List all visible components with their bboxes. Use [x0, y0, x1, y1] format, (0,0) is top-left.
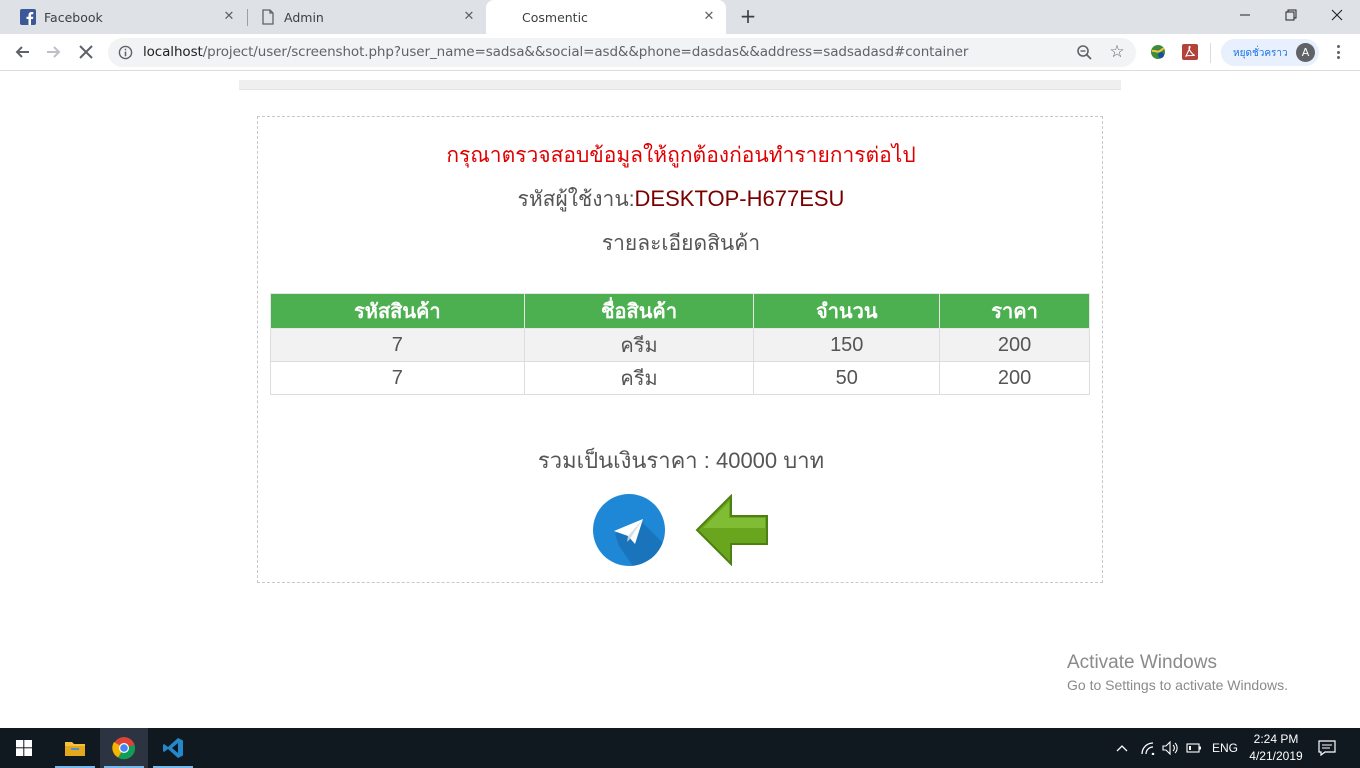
arrow-left-icon [15, 46, 29, 58]
watermark-title: Activate Windows [1067, 652, 1217, 673]
header-strip [239, 80, 1121, 90]
table-cell: 7 [270, 328, 525, 362]
stop-loading-button[interactable] [73, 39, 99, 65]
column-header: ราคา [939, 293, 1090, 329]
arrow-right-icon [47, 46, 61, 58]
column-header: รหัสสินค้า [270, 293, 525, 329]
table-row: 7 ครีม 50 200 [270, 361, 1090, 395]
taskbar: ENG 2:24 PM 4/21/2019 [0, 728, 1360, 768]
restore-icon [1285, 9, 1297, 21]
tab-title: Facebook [44, 9, 103, 25]
chevron-up-icon [1116, 745, 1128, 752]
show-hidden-icons-button[interactable] [1114, 728, 1130, 768]
close-icon [79, 45, 93, 59]
table-cell: 150 [753, 328, 941, 362]
watermark-subtitle: Go to Settings to activate Windows. [1067, 677, 1288, 693]
clock[interactable]: 2:24 PM 4/21/2019 [1236, 731, 1316, 765]
browser-toolbar: localhost/project/user/screenshot.php?us… [0, 34, 1360, 71]
extension-globe-icon[interactable] [1149, 43, 1167, 61]
send-button[interactable] [593, 494, 665, 566]
volume-tray[interactable] [1162, 728, 1180, 768]
tab-facebook[interactable]: Facebook ✕ [0, 0, 246, 34]
forward-nav-button[interactable] [41, 39, 67, 65]
vscode-icon [163, 738, 183, 758]
chrome-icon [112, 737, 136, 760]
table-header-row: รหัสสินค้า ชื่อสินค้า จำนวน ราคา [270, 293, 1090, 329]
new-tab-button[interactable]: + [737, 6, 759, 28]
start-button[interactable] [0, 728, 48, 768]
tab-admin[interactable]: Admin ✕ [248, 0, 486, 34]
battery-tray[interactable] [1186, 728, 1204, 768]
tab-cosmentic[interactable]: Cosmentic ✕ [486, 0, 726, 34]
document-icon [260, 9, 276, 25]
column-header: จำนวน [753, 293, 941, 329]
close-window-button[interactable] [1314, 0, 1360, 30]
taskbar-file-explorer[interactable] [51, 728, 99, 768]
close-tab-icon[interactable]: ✕ [702, 10, 716, 24]
minimize-icon [1240, 14, 1250, 16]
notifications-button[interactable] [1318, 728, 1338, 768]
table-cell: 50 [753, 361, 941, 395]
close-icon [1331, 9, 1343, 21]
total-price: รวมเป็นเงินราคา : 40000 บาท [537, 448, 825, 473]
table-cell: 200 [939, 328, 1090, 362]
taskbar-vscode[interactable] [149, 728, 197, 768]
windows-logo-icon [16, 740, 32, 756]
column-header: ชื่อสินค้า [523, 293, 755, 329]
table-cell: 200 [939, 361, 1090, 395]
facebook-icon [20, 9, 36, 25]
pdf-extension-icon[interactable] [1181, 43, 1199, 61]
user-id: DESKTOP-H677ESU [634, 186, 845, 211]
address-bar[interactable]: localhost/project/user/screenshot.php?us… [108, 38, 1136, 67]
clock-date: 4/21/2019 [1249, 749, 1303, 763]
language-indicator[interactable]: ENG [1212, 728, 1238, 768]
user-label: รหัสผู้ใช้งาน: [517, 188, 635, 211]
clock-time: 2:24 PM [1253, 732, 1299, 746]
taskbar-chrome[interactable] [100, 728, 148, 768]
notification-icon [1318, 740, 1336, 756]
table-cell: ครีม [523, 328, 755, 362]
activate-windows-watermark: Activate Windows Go to Settings to activ… [1067, 652, 1288, 693]
network-tray[interactable] [1140, 728, 1156, 768]
speaker-icon [1162, 741, 1178, 755]
close-tab-icon[interactable]: ✕ [462, 10, 476, 24]
zoom-icon[interactable] [1076, 44, 1094, 62]
product-details-heading: รายละเอียดสินค้า [601, 232, 761, 255]
page-content: กรุณาตรวจสอบข้อมูลให้ถูกต้องก่อนทำรายการ… [0, 72, 1360, 728]
power-plug-icon [1186, 743, 1201, 753]
tab-strip: Facebook ✕ Admin ✕ Cosmentic ✕ + [0, 0, 1360, 34]
user-line: รหัสผู้ใช้งาน:DESKTOP-H677ESU [258, 183, 1104, 216]
toolbar-divider [1210, 43, 1211, 63]
back-button[interactable] [695, 493, 769, 567]
wifi-icon [1141, 742, 1155, 755]
restore-button[interactable] [1268, 0, 1314, 30]
close-tab-icon[interactable]: ✕ [222, 10, 236, 24]
profile-label: หยุดชั่วคราว [1233, 48, 1288, 59]
info-icon[interactable] [118, 45, 133, 60]
send-icon [614, 519, 665, 566]
warning-text: กรุณาตรวจสอบข้อมูลให้ถูกต้องก่อนทำรายการ… [446, 144, 916, 167]
product-table: รหัสสินค้า ชื่อสินค้า จำนวน ราคา 7 ครีม … [270, 293, 1090, 395]
folder-icon [65, 742, 85, 756]
tab-title: Cosmentic [522, 9, 588, 25]
url-text: localhost/project/user/screenshot.php?us… [143, 44, 969, 60]
minimize-button[interactable] [1222, 0, 1268, 30]
menu-kebab-icon[interactable] [1331, 43, 1345, 61]
tab-title: Admin [284, 9, 324, 25]
order-summary-card: กรุณาตรวจสอบข้อมูลให้ถูกต้องก่อนทำรายการ… [257, 116, 1103, 583]
back-arrow-icon [695, 493, 768, 567]
bookmark-star-icon[interactable]: ☆ [1108, 43, 1126, 61]
back-nav-button[interactable] [9, 39, 35, 65]
avatar: A [1296, 43, 1315, 62]
table-cell: 7 [270, 361, 525, 395]
table-row: 7 ครีม 150 200 [270, 328, 1090, 362]
profile-button[interactable]: หยุดชั่วคราว A [1221, 39, 1319, 66]
table-cell: ครีม [523, 361, 755, 395]
